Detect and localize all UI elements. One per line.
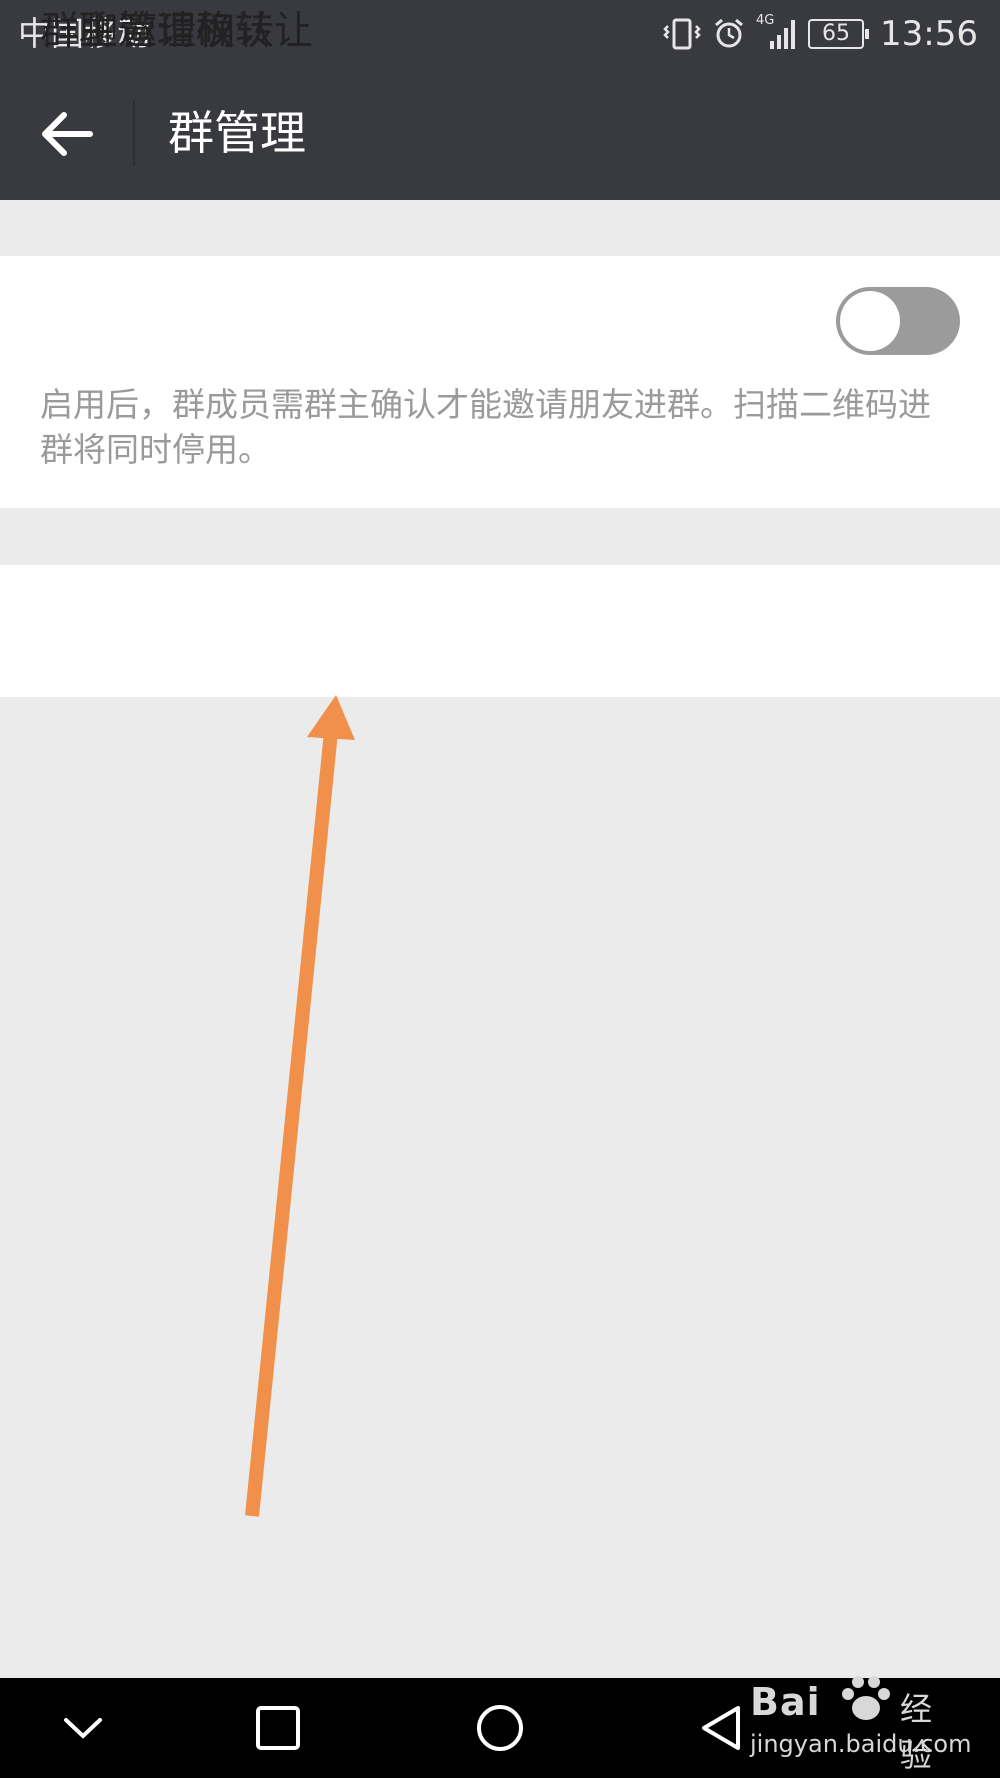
signal-icon: 4G [756,13,798,51]
page-title: 群管理 [168,106,306,160]
chevron-down-icon [48,1698,118,1758]
recent-apps-button[interactable] [243,1698,313,1758]
status-icons: 4G 65 13:56 [662,0,978,67]
circle-icon [465,1698,535,1758]
invite-confirm-description: 启用后，群成员需群主确认才能邀请朋友进群。扫描二维码进群将同时停用。 [40,385,931,469]
square-icon [243,1698,313,1758]
back-button[interactable] [28,99,108,169]
transfer-owner-label: 群主管理权转让 [40,9,314,54]
app-bar: 群管理 [0,67,1000,200]
network-type: 4G [756,12,775,28]
baidu-jingyan-watermark: Bai 经验 jingyan.baidu.com [750,1672,971,1774]
status-time: 13:56 [880,13,978,54]
back-arrow-icon [28,112,108,173]
battery-icon: 65 [808,18,870,49]
title-divider [133,100,135,166]
hide-keyboard-button[interactable] [48,1698,118,1758]
invite-confirm-toggle[interactable] [836,287,960,355]
watermark-brand: Bai [750,1680,821,1724]
transfer-owner-cell[interactable] [0,565,1000,697]
vibrate-icon [662,17,702,51]
paw-icon [838,1674,894,1728]
watermark-url: jingyan.baidu.com [750,1730,972,1758]
back-nav-button[interactable] [688,1698,758,1758]
triangle-back-icon [688,1698,758,1758]
home-button[interactable] [465,1698,535,1758]
alarm-icon [712,17,746,51]
toggle-knob [840,291,900,351]
